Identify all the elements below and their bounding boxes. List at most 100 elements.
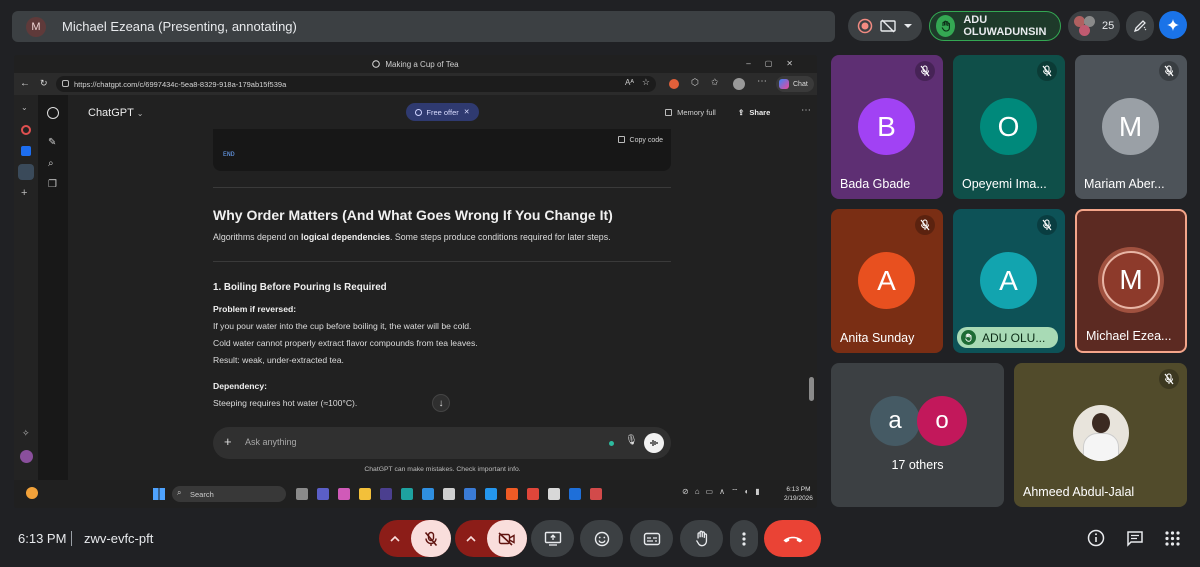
copy-code-button[interactable]: Copy code	[617, 136, 663, 144]
mail-icon[interactable]	[569, 488, 581, 500]
divider	[213, 187, 671, 188]
docker-icon[interactable]	[485, 488, 497, 500]
stop-presenting-icon[interactable]	[879, 18, 897, 34]
participant-tile[interactable]: B Bada Gbade	[831, 55, 943, 199]
participant-photo	[1073, 405, 1129, 461]
share-button[interactable]: ⇪ Share	[738, 108, 770, 117]
browser-titlebar: Making a Cup of Tea –▢✕	[14, 55, 817, 73]
phone-link-icon[interactable]	[464, 488, 476, 500]
openai-logo-icon[interactable]	[47, 107, 59, 119]
camera-toggle-button[interactable]	[487, 520, 527, 557]
reactions-button[interactable]	[580, 520, 623, 557]
back-arrow-icon[interactable]: ←	[20, 78, 30, 89]
scroll-down-button[interactable]: ↓	[432, 394, 450, 412]
jw-app-icon[interactable]	[380, 488, 392, 500]
others-tile[interactable]: a o 17 others	[831, 363, 1004, 507]
copilot-chat-button[interactable]: Chat	[776, 76, 814, 92]
tray-icons[interactable]: ⊘⌂▭∧⌔◐▮	[682, 487, 766, 497]
free-offer-badge[interactable]: Free offer ✕	[406, 103, 479, 121]
memory-full-label: Memory full	[677, 108, 716, 117]
windows-start-icon[interactable]	[153, 488, 165, 500]
address-bar[interactable]: https://chatgpt.com/c/6997434c-5ea8-8329…	[56, 76, 656, 92]
mic-toggle-button[interactable]	[411, 520, 451, 557]
search-icon[interactable]: ⌕	[48, 158, 54, 169]
participant-avatar: A	[980, 252, 1037, 309]
postman-icon[interactable]	[506, 488, 518, 500]
site-info-icon[interactable]	[62, 80, 69, 87]
participant-tile-speaking[interactable]: M Michael Ezea...	[1075, 209, 1187, 353]
search-icon: ⌕	[177, 488, 182, 497]
copilot-icon[interactable]	[338, 488, 350, 500]
active-app-icon[interactable]	[18, 164, 34, 180]
taskbar-clock[interactable]: 6:13 PM 2/19/2026	[784, 485, 813, 503]
code-block: Copy code END	[213, 129, 671, 171]
mic-options-chevron-icon[interactable]	[379, 534, 411, 544]
taskbar-search[interactable]: ⌕ Search	[172, 486, 286, 502]
annotate-pen-button[interactable]	[1126, 11, 1154, 41]
captions-button[interactable]	[630, 520, 673, 557]
participant-tile[interactable]: O Opeyemi Ima...	[953, 55, 1065, 199]
raised-hand-chip[interactable]: ADU OLUWADUNSIN	[929, 11, 1061, 41]
chevron-down-icon[interactable]	[903, 21, 913, 31]
participant-tile[interactable]: Ahmeed Abdul-Jalal	[1014, 363, 1187, 507]
new-chat-icon[interactable]: ✎	[48, 137, 56, 148]
edge-icon[interactable]	[401, 488, 413, 500]
window-controls-icon[interactable]: –▢✕	[746, 59, 807, 68]
reload-icon[interactable]: ↻	[40, 78, 48, 89]
meeting-info-icon[interactable]	[1087, 529, 1105, 547]
read-aloud-icon[interactable]: Aᴬ	[625, 78, 634, 87]
raise-hand-button[interactable]	[680, 520, 723, 557]
microphone-icon[interactable]: 🎙	[625, 435, 638, 446]
library-icon[interactable]: ❐	[48, 179, 57, 190]
participant-tile[interactable]: A Anita Sunday	[831, 209, 943, 353]
participant-tile[interactable]: A ADU OLU...	[953, 209, 1065, 353]
vscode-icon[interactable]	[422, 488, 434, 500]
chevron-down-icon[interactable]: ⌄	[21, 103, 28, 112]
sparkle-icon[interactable]: ✧	[22, 428, 30, 439]
puzzle-icon[interactable]: ⬡	[691, 77, 699, 88]
file-explorer-icon[interactable]	[359, 488, 371, 500]
extension-icon[interactable]	[669, 79, 679, 89]
profile-avatar[interactable]	[733, 78, 745, 90]
add-icon[interactable]: +	[21, 187, 27, 199]
chrome-icon[interactable]	[527, 488, 539, 500]
page-scrollbar[interactable]	[809, 377, 814, 401]
user-avatar[interactable]	[20, 450, 33, 463]
camera-options-chevron-icon[interactable]	[455, 534, 487, 544]
participant-tile[interactable]: M Mariam Aber...	[1075, 55, 1187, 199]
prompt-input[interactable]: + Ask anything 🎙	[213, 427, 671, 459]
chat-icon[interactable]	[1126, 530, 1144, 547]
outlook-icon[interactable]	[21, 146, 31, 156]
voice-mode-button[interactable]	[644, 433, 664, 453]
presentation-controls[interactable]	[848, 11, 922, 41]
teams-icon[interactable]	[317, 488, 329, 500]
participants-button[interactable]: 25	[1068, 11, 1120, 41]
mic-off-icon	[1159, 369, 1179, 389]
participant-avatar: A	[858, 252, 915, 309]
more-icon[interactable]: ⋯	[757, 76, 767, 87]
present-screen-button[interactable]	[531, 520, 574, 557]
more-options-icon[interactable]: ⋯	[801, 105, 811, 116]
section-heading: Why Order Matters (And What Goes Wrong I…	[213, 207, 613, 223]
memory-full-indicator[interactable]: Memory full	[665, 108, 716, 117]
xbox-icon[interactable]	[548, 488, 560, 500]
model-selector[interactable]: ChatGPT ⌄	[88, 107, 143, 119]
record-icon[interactable]	[857, 18, 873, 34]
model-label: ChatGPT	[88, 107, 134, 119]
add-attachment-icon[interactable]: +	[224, 434, 232, 449]
shared-screen: Making a Cup of Tea –▢✕ ← ↻ https://chat…	[14, 55, 817, 508]
favorites-icon[interactable]: ✩	[711, 77, 719, 88]
favorite-star-icon[interactable]: ☆	[642, 77, 650, 88]
close-icon[interactable]: ✕	[464, 108, 470, 116]
activities-grid-icon[interactable]	[1165, 531, 1180, 546]
snipping-icon[interactable]	[590, 488, 602, 500]
gemini-button[interactable]	[1159, 11, 1187, 39]
search-app-icon[interactable]	[443, 488, 455, 500]
weather-icon[interactable]	[26, 487, 38, 499]
leave-call-button[interactable]	[764, 520, 821, 557]
pen-icon	[1133, 19, 1147, 33]
more-options-button[interactable]	[730, 520, 758, 557]
gift-icon	[415, 108, 423, 116]
task-view-icon[interactable]	[296, 488, 308, 500]
record-app-icon[interactable]	[21, 125, 31, 135]
